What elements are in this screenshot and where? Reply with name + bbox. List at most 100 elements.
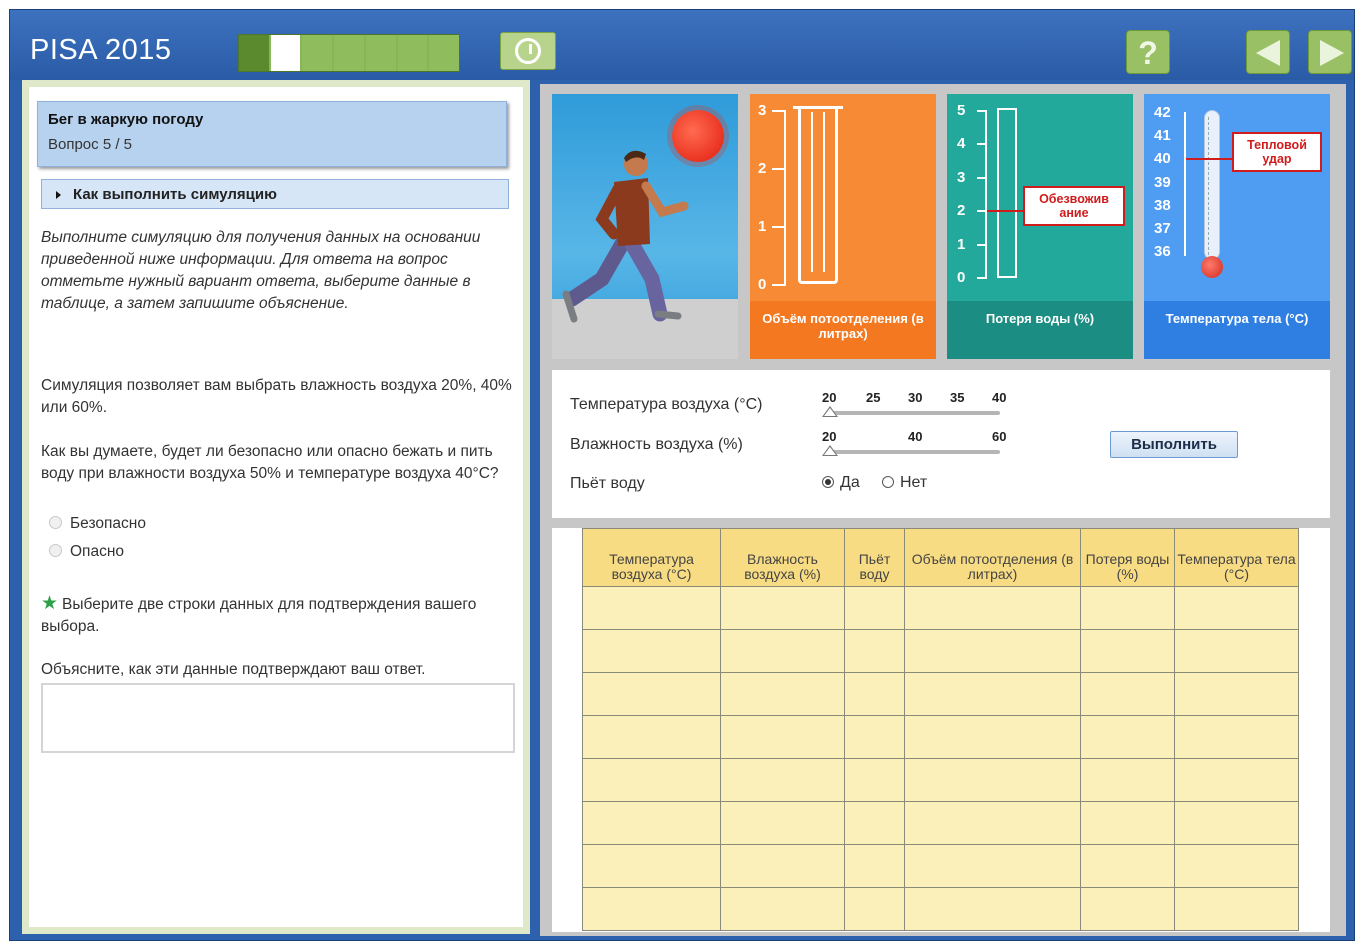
table-cell bbox=[1080, 801, 1175, 845]
table-cell bbox=[1080, 672, 1175, 716]
table-cell bbox=[720, 672, 845, 716]
table-cell bbox=[1080, 844, 1175, 888]
question-header: Бег в жаркую погоду Вопрос 5 / 5 bbox=[37, 101, 507, 167]
drinks-no-radio[interactable]: Нет bbox=[882, 474, 927, 492]
timer-button[interactable] bbox=[500, 32, 556, 70]
air-temp-tick: 25 bbox=[866, 390, 881, 405]
dehydration-callout: Обезвожив ание bbox=[1023, 186, 1125, 226]
radio-icon[interactable] bbox=[882, 476, 894, 488]
next-button[interactable] bbox=[1308, 30, 1352, 74]
table-cell bbox=[720, 758, 845, 802]
sweat-tick: 0 bbox=[758, 276, 767, 293]
table-cell bbox=[582, 715, 721, 759]
runner-icon bbox=[562, 150, 689, 323]
radio-icon[interactable] bbox=[822, 476, 834, 488]
howto-label: Как выполнить симуляцию bbox=[73, 186, 277, 203]
thermometer-bulb bbox=[1201, 256, 1223, 278]
sweat-tick: 2 bbox=[758, 160, 767, 177]
progress-segment bbox=[365, 35, 398, 71]
previous-arrow-icon bbox=[1256, 40, 1280, 66]
table-cell bbox=[582, 801, 721, 845]
question-number: Вопрос 5 / 5 bbox=[48, 136, 133, 153]
howto-expander[interactable]: Как выполнить симуляцию bbox=[41, 179, 509, 209]
sweat-tick: 3 bbox=[758, 102, 767, 119]
table-cell bbox=[904, 629, 1081, 673]
table-row[interactable] bbox=[582, 672, 1299, 716]
table-cell bbox=[1174, 801, 1299, 845]
body-temperature-gauge: 42 41 40 39 38 37 36 Тепловой удар Темпе… bbox=[1144, 94, 1330, 359]
drinks-yes-radio[interactable]: Да bbox=[822, 474, 860, 492]
water-loss-label: Потеря воды (%) bbox=[947, 301, 1133, 359]
progress-segment bbox=[270, 35, 303, 71]
radio-icon[interactable] bbox=[49, 544, 62, 557]
option-safe[interactable]: Безопасно bbox=[49, 515, 146, 533]
table-cell bbox=[904, 586, 1081, 630]
sweat-volume-gauge: 3 2 1 0 Объём потоотделения (в литрах) bbox=[750, 94, 936, 359]
help-button[interactable]: ? bbox=[1126, 30, 1170, 74]
table-cell bbox=[904, 801, 1081, 845]
table-row[interactable] bbox=[582, 715, 1299, 759]
table-cell bbox=[1080, 887, 1175, 931]
temp-tick: 39 bbox=[1154, 174, 1171, 191]
humidity-thumb[interactable] bbox=[822, 445, 838, 456]
graduated-cylinder-icon bbox=[793, 106, 843, 284]
table-cell bbox=[844, 887, 905, 931]
option-dangerous[interactable]: Опасно bbox=[49, 543, 124, 561]
table-cell bbox=[720, 715, 845, 759]
air-temp-tick: 20 bbox=[822, 390, 837, 405]
table-row[interactable] bbox=[582, 887, 1299, 931]
runner-scene bbox=[552, 94, 738, 359]
table-cell bbox=[1080, 715, 1175, 759]
table-row[interactable] bbox=[582, 586, 1299, 630]
table-cell bbox=[1080, 758, 1175, 802]
option-label: Опасно bbox=[70, 543, 125, 560]
option-label: Безопасно bbox=[70, 515, 146, 532]
table-cell bbox=[582, 887, 721, 931]
temp-tick: 42 bbox=[1154, 104, 1171, 121]
col-header-drinks: Пьёт воду bbox=[844, 528, 905, 587]
humidity-tick: 40 bbox=[908, 429, 923, 444]
col-header-sweat: Объём потоотделения (в литрах) bbox=[904, 528, 1081, 587]
water-tick: 1 bbox=[957, 236, 966, 253]
table-cell bbox=[720, 844, 845, 888]
temp-tick: 37 bbox=[1154, 220, 1171, 237]
previous-button[interactable] bbox=[1246, 30, 1290, 74]
table-row[interactable] bbox=[582, 629, 1299, 673]
temp-tick: 38 bbox=[1154, 197, 1171, 214]
air-temperature-label: Температура воздуха (°C) bbox=[570, 396, 763, 413]
expand-arrow-icon bbox=[56, 191, 61, 200]
table-cell bbox=[1080, 586, 1175, 630]
table-cell bbox=[720, 801, 845, 845]
temp-tick: 36 bbox=[1154, 243, 1171, 260]
air-temperature-thumb[interactable] bbox=[822, 406, 838, 417]
table-cell bbox=[1174, 844, 1299, 888]
instructions-text: Выполните симуляцию для получения данных… bbox=[41, 229, 481, 312]
data-table: Температура воздуха (°C) Влажность возду… bbox=[582, 528, 1299, 931]
air-temperature-slider[interactable] bbox=[828, 411, 1000, 415]
next-arrow-icon bbox=[1320, 40, 1344, 66]
table-cell bbox=[904, 715, 1081, 759]
select-hint-text: Выберите две строки данных для подтвержд… bbox=[41, 596, 477, 635]
select-rows-hint: ★ Выберите две строки данных для подтверж… bbox=[41, 593, 521, 638]
run-button[interactable]: Выполнить bbox=[1110, 431, 1238, 458]
air-temp-tick: 40 bbox=[992, 390, 1007, 405]
table-row[interactable] bbox=[582, 801, 1299, 845]
table-cell bbox=[1174, 758, 1299, 802]
water-tick: 5 bbox=[957, 102, 966, 119]
humidity-slider[interactable] bbox=[828, 450, 1000, 454]
water-level-bar bbox=[997, 108, 1017, 278]
table-cell bbox=[582, 672, 721, 716]
drinks-no-label: Нет bbox=[900, 474, 928, 491]
table-row[interactable] bbox=[582, 758, 1299, 802]
drinks-water-label: Пьёт воду bbox=[570, 475, 645, 492]
water-tick: 3 bbox=[957, 169, 966, 186]
table-cell bbox=[1174, 887, 1299, 931]
table-cell bbox=[904, 758, 1081, 802]
table-cell bbox=[1174, 586, 1299, 630]
radio-icon[interactable] bbox=[49, 516, 62, 529]
progress-segment bbox=[334, 35, 366, 71]
table-row[interactable] bbox=[582, 844, 1299, 888]
col-header-body-temp: Температура тела (°C) bbox=[1174, 528, 1299, 587]
air-temp-tick: 30 bbox=[908, 390, 923, 405]
answer-textarea[interactable] bbox=[41, 683, 515, 753]
